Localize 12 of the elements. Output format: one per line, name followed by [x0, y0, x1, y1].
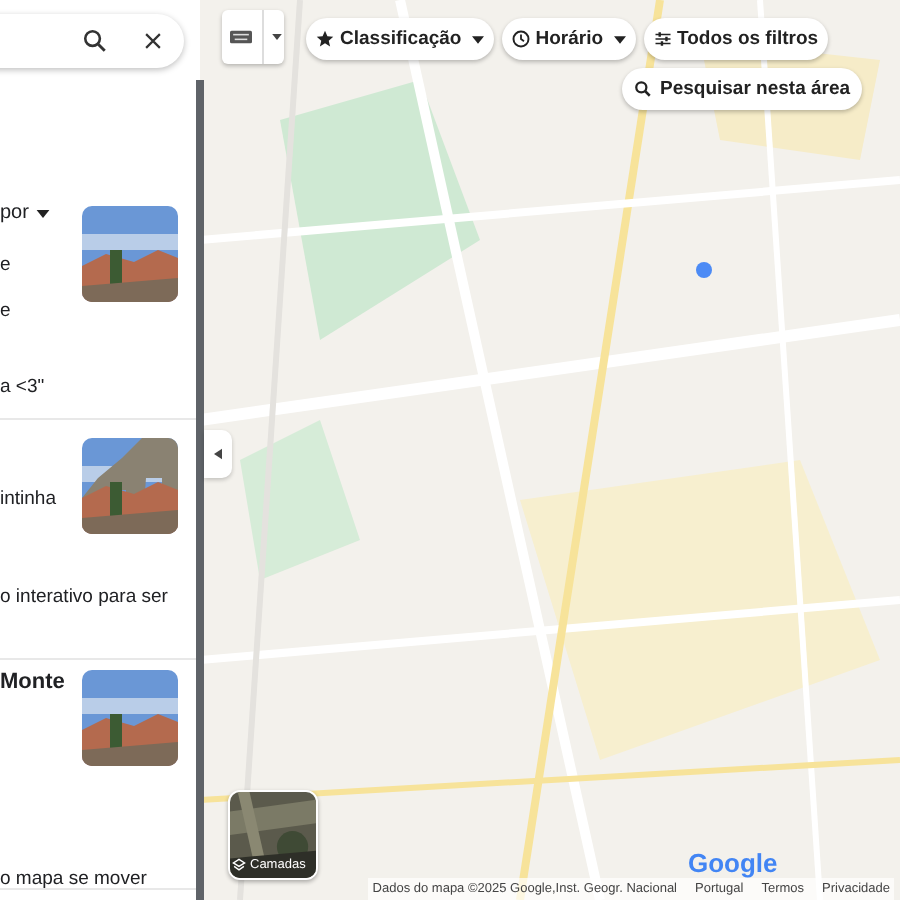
caret-icon: [36, 209, 51, 217]
close-icon[interactable]: [142, 30, 164, 52]
place-text: o interativo para ser: [0, 586, 168, 608]
map-move-option[interactable]: o mapa se mover: [0, 868, 147, 890]
place-title[interactable]: Monte: [0, 670, 65, 694]
place-text: a <3": [0, 376, 45, 398]
place-text: e: [0, 300, 11, 322]
place-text: intinha: [0, 488, 56, 510]
search-icon[interactable]: [82, 28, 108, 54]
place-text: e: [0, 254, 11, 276]
sort-dropdown[interactable]: por: [0, 202, 51, 224]
search-field[interactable]: [0, 14, 184, 68]
